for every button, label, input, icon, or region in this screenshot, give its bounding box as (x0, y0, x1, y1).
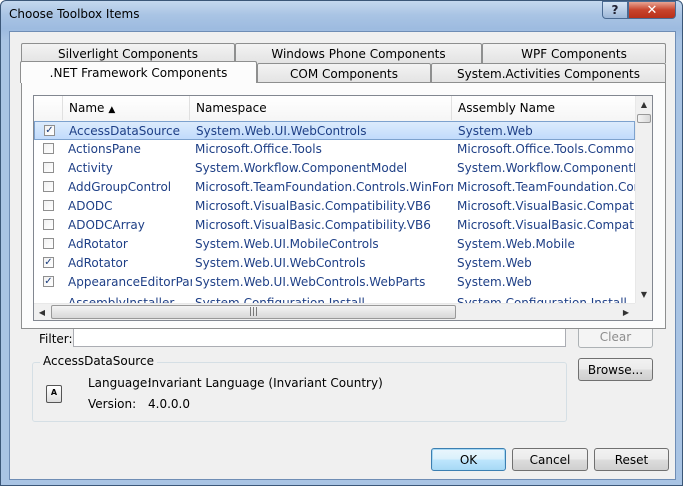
list-header: Name ▲ Namespace Assembly Name (34, 96, 635, 122)
row-name: Activity (68, 161, 113, 175)
row-checkbox[interactable] (43, 181, 54, 192)
close-button[interactable]: ✕ (628, 1, 676, 19)
version-label: Version: (88, 397, 137, 411)
grip-icon: ||| (248, 307, 259, 317)
list-row[interactable]: ActionsPane Microsoft.Office.Tools Micro… (34, 140, 635, 159)
tab-wpf-components[interactable]: WPF Components (482, 43, 666, 63)
row-name: ADODC (68, 199, 113, 213)
scroll-up-arrow-icon[interactable]: ▲ (636, 96, 652, 113)
row-name: AccessDataSource (69, 124, 180, 138)
dialog-window: Choose Toolbox Items ? ✕ Silverlight Com… (0, 0, 683, 486)
row-namespace: Microsoft.VisualBasic.Compatibility.VB6 (195, 218, 431, 232)
details-group (32, 362, 567, 422)
row-checkbox[interactable] (43, 162, 54, 173)
row-name: ADODCArray (68, 218, 145, 232)
ok-button[interactable]: OK (431, 448, 506, 471)
row-namespace: System.Web.UI.WebControls (195, 256, 366, 270)
version-value: 4.0.0.0 (148, 397, 190, 411)
row-namespace: System.Web.UI.WebControls.WebParts (195, 275, 426, 289)
row-checkbox[interactable]: ✓ (43, 257, 54, 268)
language-label: Language: (88, 376, 152, 390)
row-checkbox[interactable]: ✓ (43, 276, 54, 287)
checkmark-icon: ✓ (44, 276, 53, 287)
close-icon: ✕ (646, 2, 658, 18)
row-namespace: System.Workflow.ComponentModel (195, 161, 408, 175)
scroll-down-arrow-icon[interactable]: ▼ (636, 286, 652, 303)
row-name: AddGroupControl (68, 180, 172, 194)
column-header-namespace[interactable]: Namespace (190, 96, 452, 120)
row-namespace: Microsoft.VisualBasic.Compatibility.VB6 (195, 199, 431, 213)
checkmark-icon: ✓ (44, 257, 53, 268)
column-header-check[interactable] (34, 96, 63, 120)
list-row[interactable]: ✓ AdRotator System.Web.UI.WebControls Sy… (34, 254, 635, 273)
row-namespace: System.Web.UI.MobileControls (195, 237, 379, 251)
row-assembly: System.Web.Mobile (457, 237, 575, 251)
scroll-right-arrow-icon[interactable]: ▶ (618, 304, 634, 320)
list-row[interactable]: AddGroupControl Microsoft.TeamFoundation… (34, 178, 635, 197)
assembly-icon: A (46, 385, 62, 403)
filter-label: Filter: (39, 332, 73, 346)
list-row[interactable]: ADODCArray Microsoft.VisualBasic.Compati… (34, 216, 635, 235)
title-bar[interactable]: Choose Toolbox Items ? ✕ (1, 1, 682, 29)
horizontal-scroll-thumb[interactable]: ||| (51, 305, 456, 319)
row-checkbox[interactable] (43, 200, 54, 211)
row-assembly: Microsoft.TeamFoundation.Contr (457, 180, 635, 194)
row-namespace: System.Web.UI.WebControls (196, 124, 367, 138)
row-name: AdRotator (68, 256, 128, 270)
browse-button[interactable]: Browse... (578, 358, 653, 381)
row-assembly: System.Web (458, 124, 533, 138)
window-title: Choose Toolbox Items (9, 7, 140, 21)
help-button[interactable]: ? (602, 1, 628, 19)
vertical-scroll-thumb[interactable] (637, 114, 651, 123)
tab-com-components[interactable]: COM Components (257, 63, 431, 83)
row-assembly: System.Web (457, 256, 532, 270)
details-group-title: AccessDataSource (40, 354, 157, 368)
row-name: ActionsPane (68, 142, 141, 156)
row-namespace: Microsoft.Office.Tools (195, 142, 322, 156)
column-header-name[interactable]: Name ▲ (63, 96, 190, 120)
list-row[interactable]: ADODC Microsoft.VisualBasic.Compatibilit… (34, 197, 635, 216)
column-header-assembly[interactable]: Assembly Name (452, 96, 635, 120)
list-row[interactable]: AdRotator System.Web.UI.MobileControls S… (34, 235, 635, 254)
tab-silverlight-components[interactable]: Silverlight Components (21, 43, 235, 63)
row-name: AppearanceEditorPart (68, 275, 192, 289)
row-assembly: System.Workflow.ComponentMo (457, 161, 635, 175)
row-checkbox[interactable] (43, 238, 54, 249)
horizontal-scrollbar[interactable]: ◀ ||| ▶ (34, 303, 635, 320)
cancel-button[interactable]: Cancel (512, 448, 588, 471)
row-checkbox[interactable] (43, 143, 54, 154)
list-row[interactable]: Activity System.Workflow.ComponentModel … (34, 159, 635, 178)
row-assembly: Microsoft.VisualBasic.Compatibili (457, 199, 635, 213)
row-assembly: Microsoft.VisualBasic.Compatibili (457, 218, 635, 232)
list-rows: ✓ AccessDataSource System.Web.UI.WebCont… (34, 121, 635, 304)
sort-ascending-icon: ▲ (108, 105, 116, 115)
reset-button[interactable]: Reset (594, 448, 669, 471)
row-namespace: Microsoft.TeamFoundation.Controls.WinFor… (195, 180, 453, 194)
row-checkbox[interactable] (43, 219, 54, 230)
help-icon: ? (611, 3, 619, 17)
list-row[interactable]: ✓ AccessDataSource System.Web.UI.WebCont… (34, 121, 635, 140)
scrollbar-corner (635, 303, 652, 320)
tab-system-activities-components[interactable]: System.Activities Components (431, 63, 666, 83)
vertical-scrollbar[interactable]: ▲ ▼ (635, 96, 652, 303)
row-assembly: Microsoft.Office.Tools.Common.v (457, 142, 635, 156)
tab-windows-phone-components[interactable]: Windows Phone Components (235, 43, 482, 63)
row-checkbox[interactable]: ✓ (44, 125, 55, 136)
tab-net-framework-components[interactable]: .NET Framework Components (20, 61, 257, 83)
row-assembly: System.Web (457, 275, 532, 289)
list-row[interactable]: ✓ AppearanceEditorPart System.Web.UI.Web… (34, 273, 635, 292)
checkmark-icon: ✓ (45, 125, 54, 136)
components-list[interactable]: Name ▲ Namespace Assembly Name ✓ AccessDa… (33, 95, 653, 321)
language-value: Invariant Language (Invariant Country) (148, 376, 383, 390)
scroll-left-arrow-icon[interactable]: ◀ (34, 304, 50, 320)
row-name: AdRotator (68, 237, 128, 251)
